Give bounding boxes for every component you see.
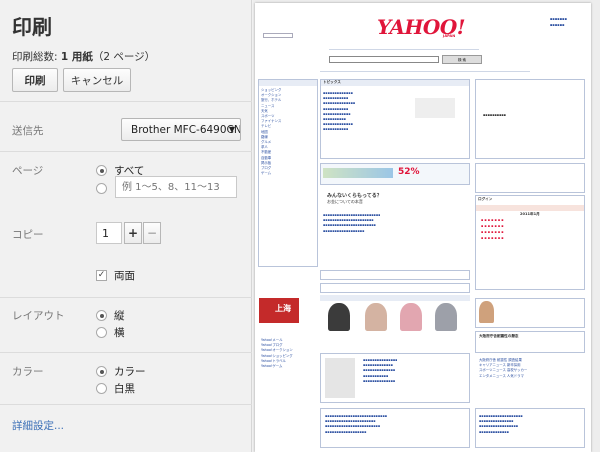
weather-percent: 52%: [398, 167, 420, 177]
summary-sheets: 1 用紙: [60, 51, 93, 63]
product-thumbnail: [365, 303, 387, 331]
layout-label: レイアウト: [12, 310, 65, 322]
copies-label: コピー: [12, 229, 44, 241]
divider: [0, 297, 252, 298]
print-summary: 印刷総数: 1 用紙（2 ページ）: [12, 49, 155, 64]
topics-tabs: [321, 80, 469, 86]
services-list: Yahoo!メール Yahoo!ブログ Yahoo!オークション Yahoo!ショッピ…: [261, 338, 293, 369]
promo-sub: お金についての本音: [327, 199, 363, 204]
news-title: 大阪府庁舎耐震性の懸念: [479, 334, 519, 338]
topics-lower-thumbnail: [325, 358, 355, 398]
shopping-bar: [320, 270, 470, 280]
copies-increment-button[interactable]: +: [124, 222, 142, 244]
layout-landscape-label: 横: [114, 327, 125, 339]
preview-search-box: [329, 56, 439, 63]
right-ad-box: [475, 79, 585, 159]
collate-checkbox[interactable]: ✓: [96, 270, 107, 281]
color-bw-label: 白黒: [114, 383, 135, 395]
corner-link: [263, 33, 293, 38]
topics-title: トピックス: [323, 80, 341, 84]
right-ad-text: ▪▪▪▪▪▪▪▪▪▪: [483, 113, 506, 117]
divider: [0, 101, 252, 102]
copies-decrement-button[interactable]: −: [143, 222, 161, 244]
promo-list: ▪▪▪▪▪▪▪▪▪▪▪▪▪▪▪▪▪▪▪▪▪▪▪▪▪ ▪▪▪▪▪▪▪▪▪▪▪▪▪▪▪…: [323, 213, 381, 233]
pages-label: ページ: [12, 165, 44, 177]
pages-range-input[interactable]: [115, 176, 237, 198]
topics-lower-list: ▪▪▪▪▪▪▪▪▪▪▪▪▪▪▪ ▪▪▪▪▪▪▪▪▪▪▪▪▪ ▪▪▪▪▪▪▪▪▪▪▪▪…: [363, 358, 398, 383]
left-menu-list: ショッピング オークション 旅行、ホテル ニュース 天気 スポーツ ファイナンス テレビ 地図路…: [261, 88, 282, 176]
calendar-days: ▪ ▪ ▪ ▪ ▪ ▪ ▪ ▪ ▪ ▪ ▪ ▪ ▪ ▪ ▪ ▪ ▪ ▪ ▪ ▪ ▪ ▪…: [481, 218, 504, 240]
dropdown-arrow-icon: ▼: [228, 125, 235, 134]
print-preview-page: YAHOO! JAPAN ▪▪▪▪▪▪▪ ▪▪▪▪▪▪ 検 索 ショッピング オー…: [255, 3, 591, 452]
yahoo-japan-sub: JAPAN: [443, 34, 456, 38]
pages-all-radio[interactable]: [96, 165, 107, 176]
copies-input[interactable]: 1: [96, 222, 122, 244]
divider: [0, 352, 252, 353]
product-thumbnail: [435, 303, 457, 331]
section-header: [320, 295, 470, 301]
cancel-button[interactable]: キャンセル: [63, 68, 131, 92]
destination-value: Brother MFC-6490CN F: [131, 123, 241, 136]
login-title: ログイン: [478, 197, 493, 201]
layout-portrait-label: 縦: [114, 310, 125, 322]
preview-search-button: 検 索: [442, 55, 482, 64]
collate-label: 両面: [114, 270, 135, 282]
print-settings-panel: 印刷 印刷総数: 1 用紙（2 ページ） 印刷 キャンセル 送信先 Brothe…: [0, 0, 252, 452]
right-links-box: [475, 163, 585, 193]
color-label: カラー: [12, 366, 44, 378]
dialog-title: 印刷: [12, 15, 52, 39]
promo-text: みんないくらもってる？: [327, 193, 382, 199]
promo-line: [320, 71, 530, 72]
top-right-links-2: ▪▪▪▪▪▪: [550, 23, 565, 27]
feature-thumbnail: [479, 301, 494, 323]
shopping-bar-2: [320, 283, 470, 293]
layout-portrait-radio[interactable]: [96, 310, 107, 321]
bottom-list: 大阪府庁舎 耐震性 調査結果 キャリアニュース 新卒採用 スポーツニュース 高校サッ…: [479, 358, 528, 378]
bottom-news-list: ▪▪▪▪▪▪▪▪▪▪▪▪▪▪▪▪▪▪▪▪▪▪▪▪▪▪▪ ▪▪▪▪▪▪▪▪▪▪▪▪▪…: [325, 414, 388, 434]
bottom-right-list: ▪▪▪▪▪▪▪▪▪▪▪▪▪▪▪▪▪▪▪ ▪▪▪▪▪▪▪▪▪▪▪▪▪▪▪ ▪▪▪▪▪▪…: [479, 414, 523, 434]
pages-range-radio[interactable]: [96, 183, 107, 194]
calendar-header: [476, 205, 584, 211]
advanced-settings-link[interactable]: 詳細設定...: [12, 418, 64, 433]
product-thumbnail: [400, 303, 422, 331]
destination-label: 送信先: [12, 125, 44, 137]
calendar-title: 2011年1月: [520, 212, 540, 216]
destination-select[interactable]: Brother MFC-6490CN F ▼: [121, 118, 241, 141]
topic-thumbnail: [415, 98, 455, 118]
divider: [0, 404, 252, 405]
left-menu-header: [259, 80, 317, 86]
topics-list: ▪▪▪▪▪▪▪▪▪▪▪▪▪ ▪▪▪▪▪▪▪▪▪▪▪ ▪▪▪▪▪▪▪▪▪▪▪▪▪▪ ▪▪…: [323, 91, 356, 132]
product-thumbnail: [328, 303, 350, 331]
layout-landscape-radio[interactable]: [96, 327, 107, 338]
search-tabs-rule: [329, 49, 479, 50]
color-color-label: カラー: [114, 366, 146, 378]
weather-map: [323, 168, 393, 178]
summary-prefix: 印刷総数:: [12, 51, 61, 63]
summary-pages: （2 ページ）: [92, 51, 156, 63]
print-button[interactable]: 印刷: [12, 68, 58, 92]
color-color-radio[interactable]: [96, 366, 107, 377]
divider: [0, 151, 252, 152]
color-bw-radio[interactable]: [96, 383, 107, 394]
ad-banner-text: 上海: [275, 304, 291, 313]
top-right-links: ▪▪▪▪▪▪▪: [550, 17, 568, 21]
